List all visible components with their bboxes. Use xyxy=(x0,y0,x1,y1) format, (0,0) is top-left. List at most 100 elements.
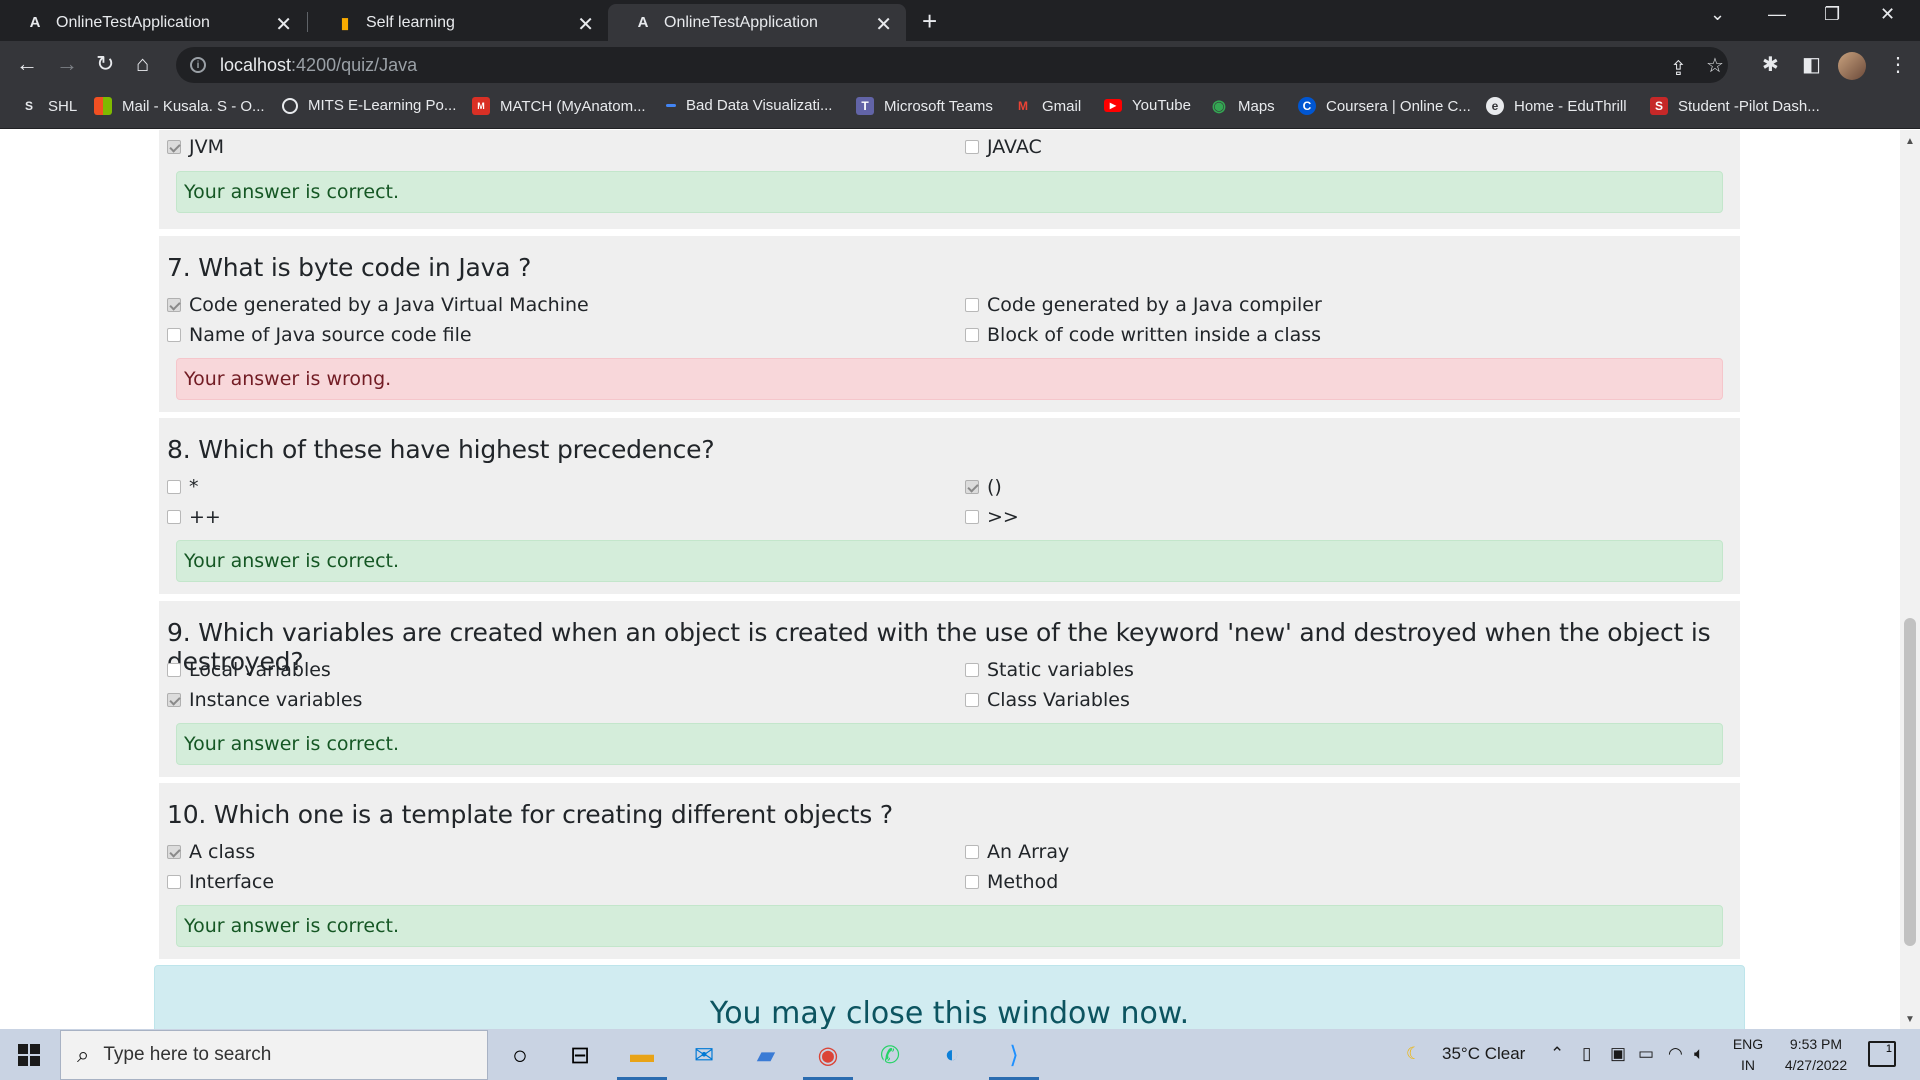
new-tab-icon[interactable]: + xyxy=(922,6,937,37)
tray-app-icon[interactable]: ▣ xyxy=(1610,1044,1626,1064)
option[interactable]: () xyxy=(965,476,1002,498)
checkbox[interactable] xyxy=(965,328,979,342)
checkbox[interactable] xyxy=(167,480,181,494)
option[interactable]: An Array xyxy=(965,841,1069,863)
checkbox[interactable] xyxy=(965,693,979,707)
youtube-icon: ▶ xyxy=(1104,99,1122,112)
checkbox[interactable] xyxy=(965,875,979,889)
checkbox[interactable] xyxy=(965,140,979,154)
mail-icon[interactable]: ✉ xyxy=(688,1039,720,1071)
forward-icon[interactable]: → xyxy=(56,51,78,77)
option[interactable]: Code generated by a Java Virtual Machine xyxy=(167,294,589,316)
bookmark-match[interactable]: M MATCH (MyAnatom... xyxy=(472,97,646,115)
bookmark-gmail[interactable]: M Gmail xyxy=(1014,97,1081,115)
option[interactable]: Method xyxy=(965,871,1058,893)
bookmark-maps[interactable]: ◉ Maps xyxy=(1210,97,1275,116)
extensions-icon[interactable]: ✱ xyxy=(1762,52,1779,77)
checkbox-checked[interactable] xyxy=(965,480,979,494)
taskbar-search[interactable]: ⌕ Type here to search xyxy=(60,1030,488,1080)
option[interactable]: Instance variables xyxy=(167,689,362,711)
wifi-icon[interactable]: ◠ xyxy=(1668,1044,1683,1064)
option[interactable]: >> xyxy=(965,506,1019,528)
option[interactable]: Local variables xyxy=(167,659,331,681)
site-info-icon[interactable]: i xyxy=(190,57,206,73)
option[interactable]: Name of Java source code file xyxy=(167,324,472,346)
cortana-icon[interactable]: ○ xyxy=(504,1039,536,1071)
option[interactable]: Block of code written inside a class xyxy=(965,324,1321,346)
share-icon[interactable]: ⇪ xyxy=(1670,56,1687,81)
checkbox[interactable] xyxy=(965,510,979,524)
bookmark-mits[interactable]: MITS E-Learning Po... xyxy=(282,97,456,114)
bookmark-eduthrill[interactable]: e Home - EduThrill xyxy=(1486,97,1627,115)
volume-icon[interactable]: 🔈︎ xyxy=(1694,1044,1704,1064)
checkbox[interactable] xyxy=(167,663,181,677)
checkbox-checked[interactable] xyxy=(167,693,181,707)
address-bar[interactable]: i localhost :4200/quiz/Java ⇪ ☆ xyxy=(176,47,1728,83)
scroll-up-icon[interactable]: ▲ xyxy=(1905,136,1915,147)
option-label: JVM xyxy=(189,136,224,158)
checkbox-checked[interactable] xyxy=(167,845,181,859)
page-scrollbar[interactable]: ▲ ▼ xyxy=(1900,130,1920,1029)
checkbox-checked[interactable] xyxy=(167,140,181,154)
option[interactable]: Static variables xyxy=(965,659,1134,681)
option[interactable]: Code generated by a Java compiler xyxy=(965,294,1322,316)
scroll-down-icon[interactable]: ▼ xyxy=(1905,1014,1915,1025)
option[interactable]: A class xyxy=(167,841,255,863)
reload-icon[interactable]: ↻ xyxy=(96,51,114,77)
option[interactable]: * xyxy=(167,476,199,498)
option[interactable]: Interface xyxy=(167,871,274,893)
back-icon[interactable]: ← xyxy=(16,51,38,77)
profile-avatar[interactable] xyxy=(1838,52,1866,80)
option[interactable]: ++ xyxy=(167,506,221,528)
menu-icon[interactable]: ⋮ xyxy=(1888,52,1908,77)
checkbox[interactable] xyxy=(965,845,979,859)
checkbox-checked[interactable] xyxy=(167,298,181,312)
restore-icon[interactable]: ❐ xyxy=(1824,4,1840,25)
tab-search-icon[interactable]: ⌄ xyxy=(1710,4,1725,25)
tab-separator xyxy=(307,12,308,32)
computer-icon[interactable]: ▰ xyxy=(750,1039,782,1071)
close-window-icon[interactable]: ✕ xyxy=(1880,4,1895,25)
task-view-icon[interactable]: ⊟ xyxy=(564,1039,596,1071)
checkbox[interactable] xyxy=(167,875,181,889)
bookmark-shl[interactable]: S SHL xyxy=(20,97,77,115)
notification-center-icon[interactable]: 1 xyxy=(1868,1041,1896,1067)
weather-moon-icon[interactable]: ☾ xyxy=(1406,1044,1421,1064)
home-icon[interactable]: ⌂ xyxy=(136,51,149,77)
tab-online-test-active[interactable]: A OnlineTestApplication ✕ xyxy=(608,4,906,41)
windows-start-icon[interactable] xyxy=(18,1044,40,1066)
whatsapp-icon[interactable]: ✆ xyxy=(874,1039,906,1071)
side-panel-icon[interactable]: ◧ xyxy=(1802,52,1821,77)
bookmark-mail[interactable]: Mail - Kusala. S - O... xyxy=(94,97,265,115)
close-tab-icon[interactable]: ✕ xyxy=(875,12,892,37)
bookmark-coursera[interactable]: C Coursera | Online C... xyxy=(1298,97,1471,115)
checkbox[interactable] xyxy=(965,663,979,677)
vscode-icon[interactable]: ⟩ xyxy=(998,1039,1030,1071)
system-clock[interactable]: 9:53 PM 4/27/2022 xyxy=(1768,1034,1864,1076)
bookmark-bad-data[interactable]: Bad Data Visualizati... xyxy=(666,97,832,114)
scrollbar-thumb[interactable] xyxy=(1904,618,1916,946)
file-explorer-icon[interactable]: ▬ xyxy=(626,1039,658,1071)
bookmark-youtube[interactable]: ▶ YouTube xyxy=(1104,97,1191,114)
tab-online-test-1[interactable]: A OnlineTestApplication ✕ xyxy=(0,4,306,41)
checkbox[interactable] xyxy=(167,328,181,342)
edge-icon[interactable]: ◐ xyxy=(936,1039,968,1071)
checkbox[interactable] xyxy=(965,298,979,312)
option-javac[interactable]: JAVAC xyxy=(965,136,1042,158)
tray-app-icon[interactable]: ▯ xyxy=(1582,1044,1591,1064)
close-tab-icon[interactable]: ✕ xyxy=(577,12,594,37)
language-indicator[interactable]: ENG IN xyxy=(1724,1034,1772,1076)
minimize-icon[interactable]: — xyxy=(1768,4,1786,25)
option[interactable]: Class Variables xyxy=(965,689,1130,711)
close-tab-icon[interactable]: ✕ xyxy=(275,12,292,37)
chrome-icon[interactable]: ◉ xyxy=(812,1039,844,1071)
weather-text[interactable]: 35°C Clear xyxy=(1442,1044,1525,1064)
option-jvm[interactable]: JVM xyxy=(167,136,224,158)
bookmark-student-pilot[interactable]: S Student -Pilot Dash... xyxy=(1650,97,1820,115)
show-hidden-icons[interactable]: ⌃ xyxy=(1550,1044,1564,1064)
checkbox[interactable] xyxy=(167,510,181,524)
tab-self-learning[interactable]: ▮ Self learning ✕ xyxy=(310,4,608,41)
bookmark-teams[interactable]: T Microsoft Teams xyxy=(856,97,993,115)
bookmark-star-icon[interactable]: ☆ xyxy=(1706,53,1724,78)
battery-icon[interactable]: ▭ xyxy=(1638,1044,1654,1064)
